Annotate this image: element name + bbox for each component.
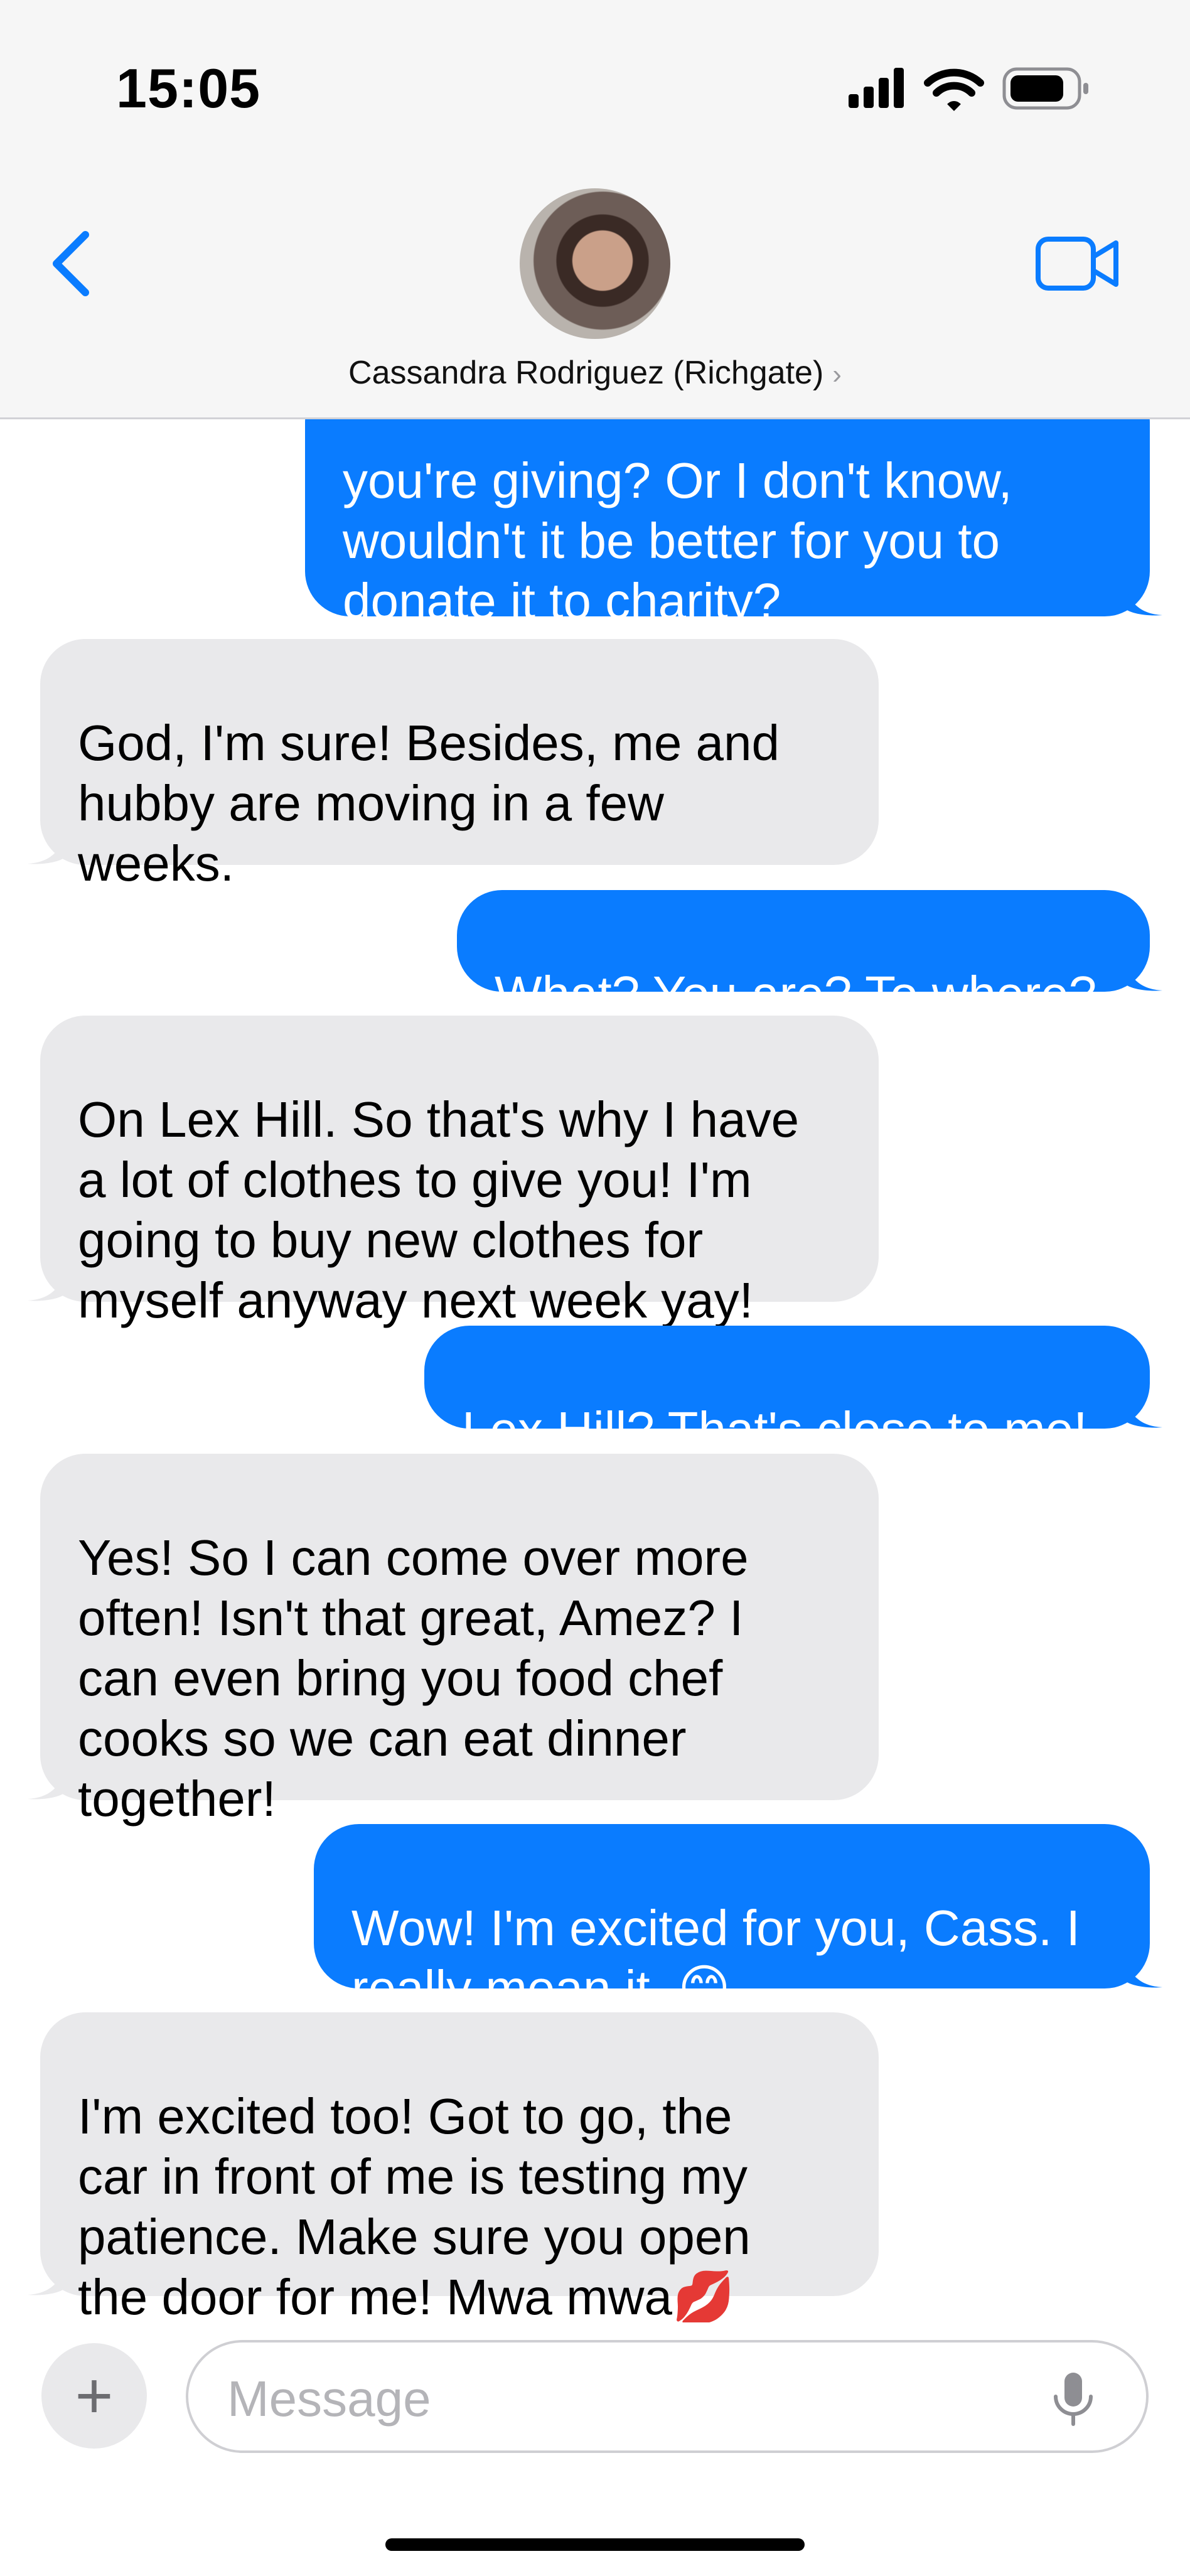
message-text: On Lex Hill. So that's why I have a lot … — [78, 1092, 800, 1328]
message-text: What? You are? To where? — [495, 966, 1097, 1022]
message-text: Wow! I'm excited for you, Cass. I really… — [351, 1900, 1080, 2016]
conversation-header: 15:05 Cassandra Rodriguez (Richgate) › — [0, 0, 1190, 419]
message-input[interactable] — [227, 2361, 1043, 2437]
video-call-button[interactable] — [1036, 235, 1120, 292]
add-attachment-button[interactable]: + — [41, 2343, 147, 2449]
video-camera-icon — [1036, 237, 1118, 291]
message-text: I'm excited too! Got to go, the car in f… — [78, 2088, 751, 2322]
message-text: Lex Hill? That's close to me! — [462, 1402, 1088, 1457]
message-text: Yes! So I can come over more often! Isn'… — [78, 1530, 749, 1827]
bubble-tail — [1122, 1391, 1162, 1428]
bubble-tail — [28, 827, 68, 864]
cellular-signal-icon — [849, 68, 904, 108]
bubble-tail — [28, 2258, 68, 2295]
bubble-tail — [1122, 579, 1162, 616]
message-bubble-sent[interactable]: Lex Hill? That's close to me! — [424, 1326, 1162, 1457]
bubble-tail — [1122, 954, 1162, 991]
message-input-container[interactable] — [186, 2340, 1149, 2453]
message-bubble-received[interactable]: I'm excited too! Got to go, the car in f… — [28, 2012, 879, 2322]
bubble-tail — [1122, 1951, 1162, 1988]
status-time: 15:05 — [116, 57, 261, 119]
message-bubble-sent[interactable]: Wow! I'm excited for you, Cass. I really… — [314, 1824, 1162, 2016]
wifi-icon — [924, 68, 984, 111]
chevron-left-icon — [53, 231, 89, 296]
bubble-tail — [28, 1264, 68, 1301]
message-text: you're giving? Or I don't know, wouldn't… — [343, 453, 1012, 629]
contact-avatar[interactable] — [520, 188, 670, 339]
message-bubble-received[interactable]: On Lex Hill. So that's why I have a lot … — [28, 1016, 879, 1328]
back-button[interactable] — [44, 226, 100, 301]
contact-name-label: Cassandra Rodriguez (Richgate) — [348, 355, 824, 391]
message-bubble-received[interactable]: God, I'm sure! Besides, me and hubby are… — [28, 639, 879, 891]
home-indicator[interactable] — [385, 2538, 805, 2551]
contact-name[interactable]: Cassandra Rodriguez (Richgate) › — [0, 354, 1190, 392]
chevron-right-icon: › — [832, 359, 842, 390]
status-icons — [849, 67, 1088, 111]
battery-icon — [1002, 67, 1088, 110]
microphone-icon[interactable] — [1048, 2370, 1098, 2430]
message-bubble-sent[interactable]: What? You are? To where? — [457, 890, 1162, 1022]
bubble-tail — [28, 1763, 68, 1800]
message-text: God, I'm sure! Besides, me and hubby are… — [78, 715, 780, 891]
message-bubble-received[interactable]: Yes! So I can come over more often! Isn'… — [28, 1454, 879, 1827]
